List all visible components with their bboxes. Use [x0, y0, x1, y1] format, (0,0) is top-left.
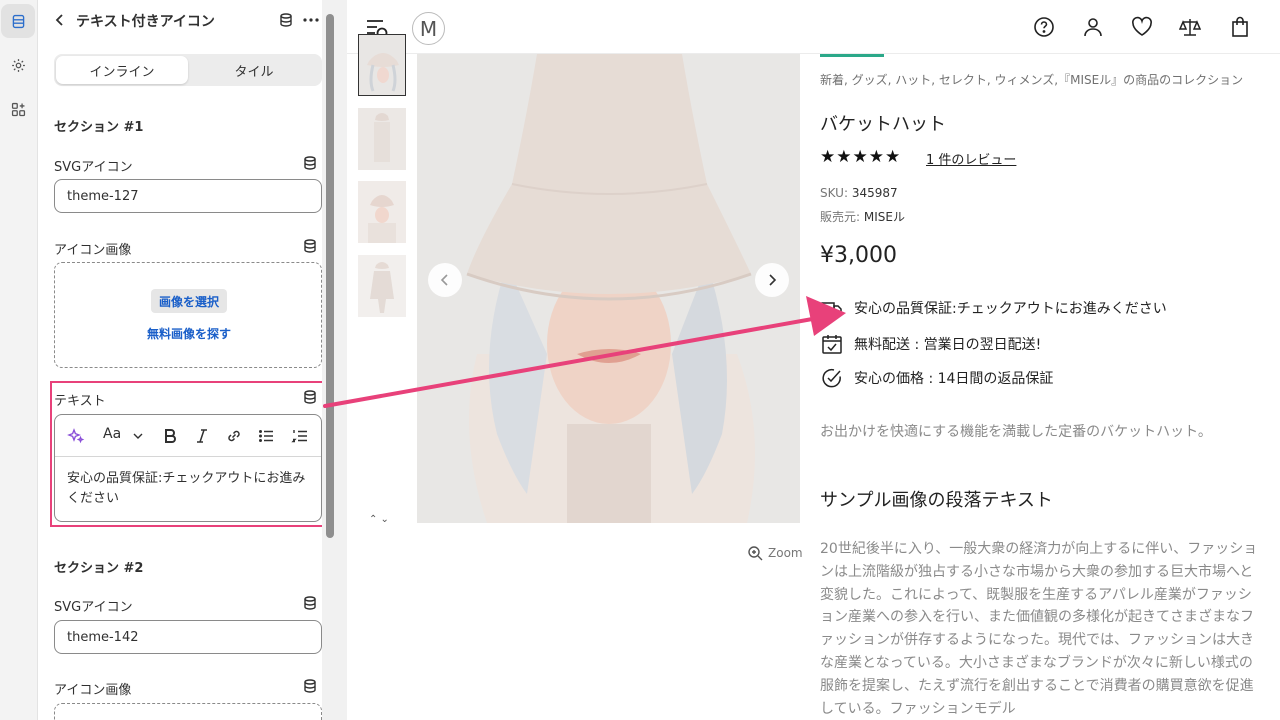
feature-text: 無料配送 : 営業日の翌日配送! [854, 337, 1042, 353]
apps-icon[interactable] [1, 92, 35, 126]
product-thumbnail[interactable] [358, 108, 406, 170]
font-style-button[interactable]: Aa [103, 426, 121, 442]
settings-panel: テキスト付きアイコン インライン タイル セクション #1 SVGアイコン th… [38, 0, 338, 720]
zoom-label: Zoom [768, 546, 803, 560]
svg-icon-input[interactable]: theme-127 [54, 179, 322, 213]
circle-check-icon [822, 368, 841, 388]
sku-value: 345987 [851, 186, 898, 200]
sections-icon[interactable] [1, 4, 35, 38]
icon-image-label: アイコン画像 [54, 243, 132, 258]
rating-stars: ★★★★★ [820, 147, 902, 167]
chevron-right-icon [769, 274, 777, 286]
rich-text-value[interactable]: 安心の品質保証:チェックアウトにお進みください [67, 469, 311, 509]
heart-icon[interactable] [1131, 16, 1153, 38]
numbered-list-icon[interactable] [291, 427, 309, 445]
dynamic-source-icon[interactable] [278, 12, 294, 28]
bold-icon[interactable] [161, 427, 179, 445]
paragraph-title: サンプル画像の段落テキスト [820, 490, 1053, 511]
dynamic-source-icon[interactable] [302, 238, 318, 254]
gear-icon[interactable] [1, 48, 35, 82]
link-icon[interactable] [225, 427, 243, 445]
product-description: お出かけを快適にする機能を満載した定番のバケットハット。 [820, 424, 1212, 440]
section-1-title: セクション #1 [54, 120, 144, 135]
panel-title: テキスト付きアイコン [76, 14, 215, 30]
carousel-next-button[interactable] [755, 263, 789, 297]
sparkle-icon[interactable] [67, 427, 85, 445]
store-logo[interactable]: M [412, 12, 445, 45]
text-label: テキスト [54, 394, 106, 409]
section-2-title: セクション #2 [54, 561, 144, 576]
thumbnail-scroll-arrows[interactable]: ⌃ ⌄ [369, 514, 389, 525]
feature-item: 安心の価格 : 14日間の返品保証 [820, 366, 1053, 390]
reviews-link[interactable]: 1 件のレビュー [926, 149, 1016, 168]
image-dropzone[interactable]: 画像を選択 無料画像を探す [54, 262, 322, 368]
product-thumbnail[interactable] [358, 181, 406, 243]
product-main-image[interactable] [417, 54, 800, 523]
layout-toggle: インライン タイル [54, 54, 322, 86]
cart-icon[interactable] [1229, 16, 1251, 38]
product-price: ¥3,000 [820, 243, 897, 268]
compare-icon[interactable] [1179, 16, 1201, 38]
sku-label: SKU: [820, 186, 848, 200]
find-free-image-link[interactable]: 無料画像を探す [55, 325, 323, 342]
panel-header: テキスト付きアイコン [38, 0, 338, 40]
chevron-left-icon [440, 274, 448, 286]
accent-bar [820, 54, 884, 57]
theme-editor: テキスト付きアイコン インライン タイル セクション #1 SVGアイコン th… [0, 0, 1280, 720]
feature-text: 安心の品質保証:チェックアウトにお進みください [854, 301, 1167, 317]
product-thumbnail[interactable] [358, 34, 406, 96]
vendor-label: 販売元: [820, 210, 861, 224]
select-image-button[interactable]: 画像を選択 [151, 289, 227, 313]
vendor-value: MISEル [863, 210, 905, 224]
zoom-button[interactable]: Zoom [747, 545, 803, 561]
sku-row: SKU: 345987 [820, 186, 898, 200]
italic-icon[interactable] [193, 427, 211, 445]
product-collections[interactable]: 新着, グッズ, ハット, セレクト, ウィメンズ,『MISEル』の商品のコレク… [820, 72, 1260, 89]
account-icon[interactable] [1082, 16, 1104, 38]
calendar-check-icon [822, 335, 842, 354]
panel-scrollbar-thumb[interactable] [326, 14, 334, 538]
tab-tile[interactable]: タイル [188, 56, 320, 84]
delivery-icon [821, 302, 842, 317]
paragraph-text: 20世紀後半に入り、一般大衆の経済力が向上するに伴い、ファッションは上流階級が独… [820, 541, 1258, 717]
dynamic-source-icon[interactable] [302, 389, 318, 405]
icon-rail [0, 0, 38, 720]
product-thumbnail[interactable] [358, 255, 406, 317]
store-header: M [347, 0, 1280, 54]
dynamic-source-icon[interactable] [302, 155, 318, 171]
svg-icon-label-2: SVGアイコン [54, 600, 133, 615]
feature-item: 安心の品質保証:チェックアウトにお進みください [820, 296, 1167, 320]
rich-text-editor: Aa 安心の品質保証:チェックアウトにお進みください [54, 414, 322, 522]
more-options-icon[interactable] [302, 12, 320, 28]
icon-image-label-2: アイコン画像 [54, 683, 132, 698]
svg-icon-label: SVGアイコン [54, 160, 133, 175]
dynamic-source-icon[interactable] [302, 678, 318, 694]
store-preview: M ⌃ ⌄ Zoom 新着, グッズ, ハット, セレクト, ウィメンズ,『MI… [347, 0, 1280, 720]
carousel-prev-button[interactable] [428, 263, 462, 297]
svg-icon-input-2[interactable]: theme-142 [54, 620, 322, 654]
tab-inline[interactable]: インライン [56, 56, 188, 84]
help-icon[interactable] [1033, 16, 1055, 38]
zoom-icon [748, 546, 763, 561]
vendor-row: 販売元: MISEル [820, 208, 905, 225]
dynamic-source-icon[interactable] [302, 595, 318, 611]
bullet-list-icon[interactable] [257, 427, 275, 445]
product-title: バケットハット [820, 114, 946, 135]
feature-item: 無料配送 : 営業日の翌日配送! [820, 332, 1041, 356]
back-arrow-icon[interactable] [52, 12, 68, 28]
feature-text: 安心の価格 : 14日間の返品保証 [854, 371, 1054, 387]
image-dropzone-2[interactable] [54, 703, 322, 720]
chevron-down-icon[interactable] [129, 427, 147, 445]
rich-text-toolbar: Aa [55, 415, 321, 457]
